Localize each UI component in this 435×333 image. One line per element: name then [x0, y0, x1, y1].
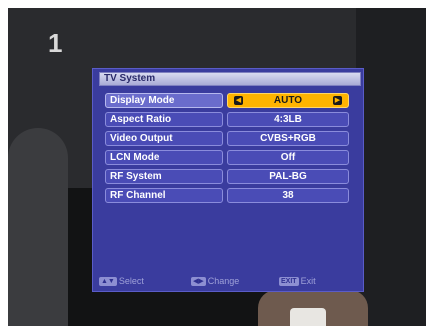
video-output-label: Video Output — [105, 131, 223, 146]
background-cup — [290, 308, 326, 326]
help-bar: ▲▼ Select ◀▶ Change EXIT Exit — [99, 275, 361, 288]
background-person — [8, 128, 68, 326]
right-arrow-icon[interactable]: ▶ — [333, 96, 342, 105]
left-right-key-icon: ◀▶ — [191, 277, 206, 286]
exit-key-icon: EXIT — [279, 277, 299, 286]
display-mode-label: Display Mode — [105, 93, 223, 108]
aspect-ratio-value[interactable]: 4:3LB — [227, 112, 349, 127]
menu-row-aspect-ratio[interactable]: Aspect Ratio 4:3LB — [105, 112, 349, 127]
exit-hint-label: Exit — [300, 276, 316, 286]
menu-row-video-output[interactable]: Video Output CVBS+RGB — [105, 131, 349, 146]
display-mode-value-text: AUTO — [273, 95, 303, 106]
aspect-ratio-label: Aspect Ratio — [105, 112, 223, 127]
channel-logo: 1 — [48, 28, 63, 58]
select-hint: ▲▼ Select — [99, 275, 144, 288]
tv-screen: 1 TV System Display Mode ◀ AUTO ▶ Aspect… — [8, 8, 426, 326]
video-output-value[interactable]: CVBS+RGB — [227, 131, 349, 146]
lcn-mode-value[interactable]: Off — [227, 150, 349, 165]
menu-header: TV System — [99, 72, 361, 86]
lcn-mode-label: LCN Mode — [105, 150, 223, 165]
background-right — [356, 8, 426, 326]
menu-row-rf-system[interactable]: RF System PAL-BG — [105, 169, 349, 184]
left-arrow-icon[interactable]: ◀ — [234, 96, 243, 105]
rf-system-label: RF System — [105, 169, 223, 184]
select-hint-label: Select — [118, 276, 144, 286]
rf-channel-value[interactable]: 38 — [227, 188, 349, 203]
up-down-key-icon: ▲▼ — [99, 277, 117, 286]
exit-hint: EXIT Exit — [279, 275, 316, 288]
menu-row-display-mode[interactable]: Display Mode ◀ AUTO ▶ — [105, 93, 349, 108]
change-hint-label: Change — [207, 276, 240, 286]
change-hint: ◀▶ Change — [191, 275, 239, 288]
display-mode-value[interactable]: ◀ AUTO ▶ — [227, 93, 349, 108]
tv-system-menu: TV System Display Mode ◀ AUTO ▶ Aspect R… — [92, 68, 364, 292]
rf-channel-label: RF Channel — [105, 188, 223, 203]
menu-title: TV System — [104, 73, 156, 84]
menu-row-lcn-mode[interactable]: LCN Mode Off — [105, 150, 349, 165]
menu-row-rf-channel[interactable]: RF Channel 38 — [105, 188, 349, 203]
rf-system-value[interactable]: PAL-BG — [227, 169, 349, 184]
